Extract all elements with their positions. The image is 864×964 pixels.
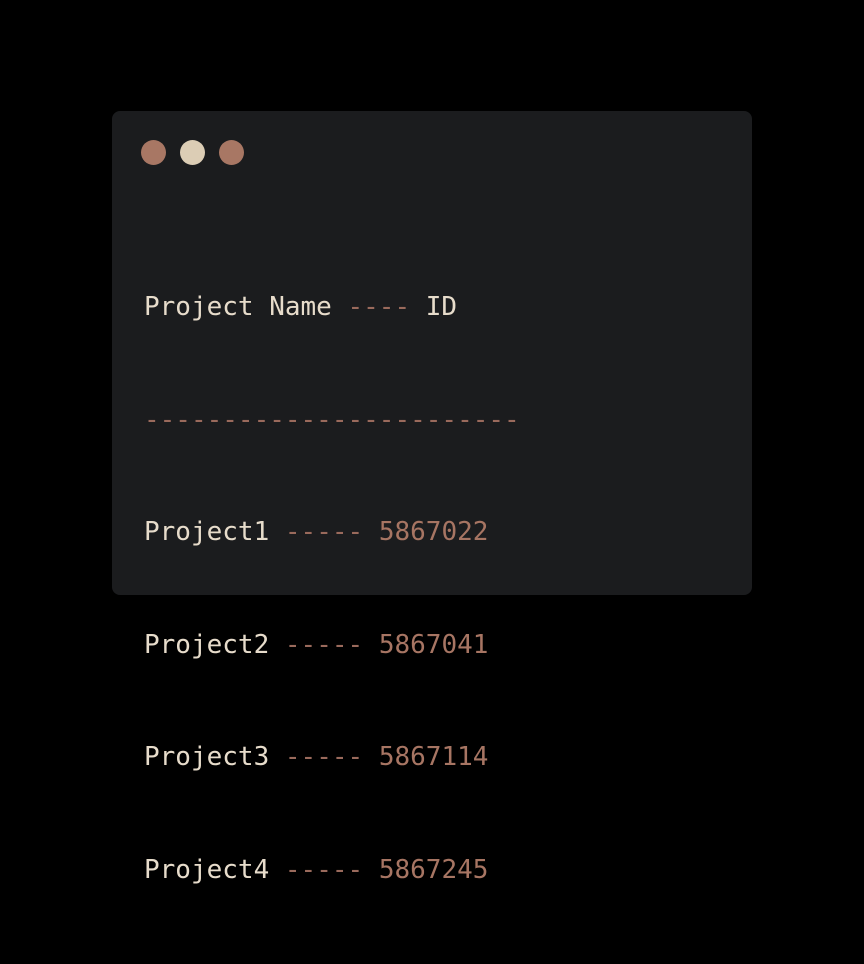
project-id: 5867022 [378,517,489,547]
row-separator: ----- [284,854,364,885]
project-name: Project2 [144,629,270,660]
header-name: Project Name [144,292,332,322]
row-separator: ----- [284,517,364,547]
table-row: Project1 ----- 5867022 [144,514,520,552]
project-name: Project1 [144,517,270,547]
table-row: Project4 ----- 5867245 [144,852,520,890]
close-dot-icon[interactable] [141,140,166,165]
code-window: Project Name ---- ID -------------------… [112,111,752,885]
project-id: 5867041 [378,629,489,660]
table-row: Project2 ----- 5867041 [144,627,520,665]
minimize-dot-icon[interactable] [180,140,205,165]
divider-line: ------------------------ [144,404,520,435]
header-id: ID [425,292,458,322]
header-line: Project Name ---- ID [144,289,520,327]
maximize-dot-icon[interactable] [219,140,244,165]
table-row: Project3 ----- 5867114 [144,739,520,777]
row-separator: ----- [284,742,364,772]
project-id: 5867114 [378,742,489,772]
project-id: 5867245 [378,854,489,885]
project-name: Project3 [144,742,270,772]
header-separator: ---- [347,292,411,322]
row-separator: ----- [284,629,364,660]
window-controls [141,140,244,165]
code-block: Project Name ---- ID -------------------… [144,214,520,964]
project-name: Project4 [144,854,270,885]
